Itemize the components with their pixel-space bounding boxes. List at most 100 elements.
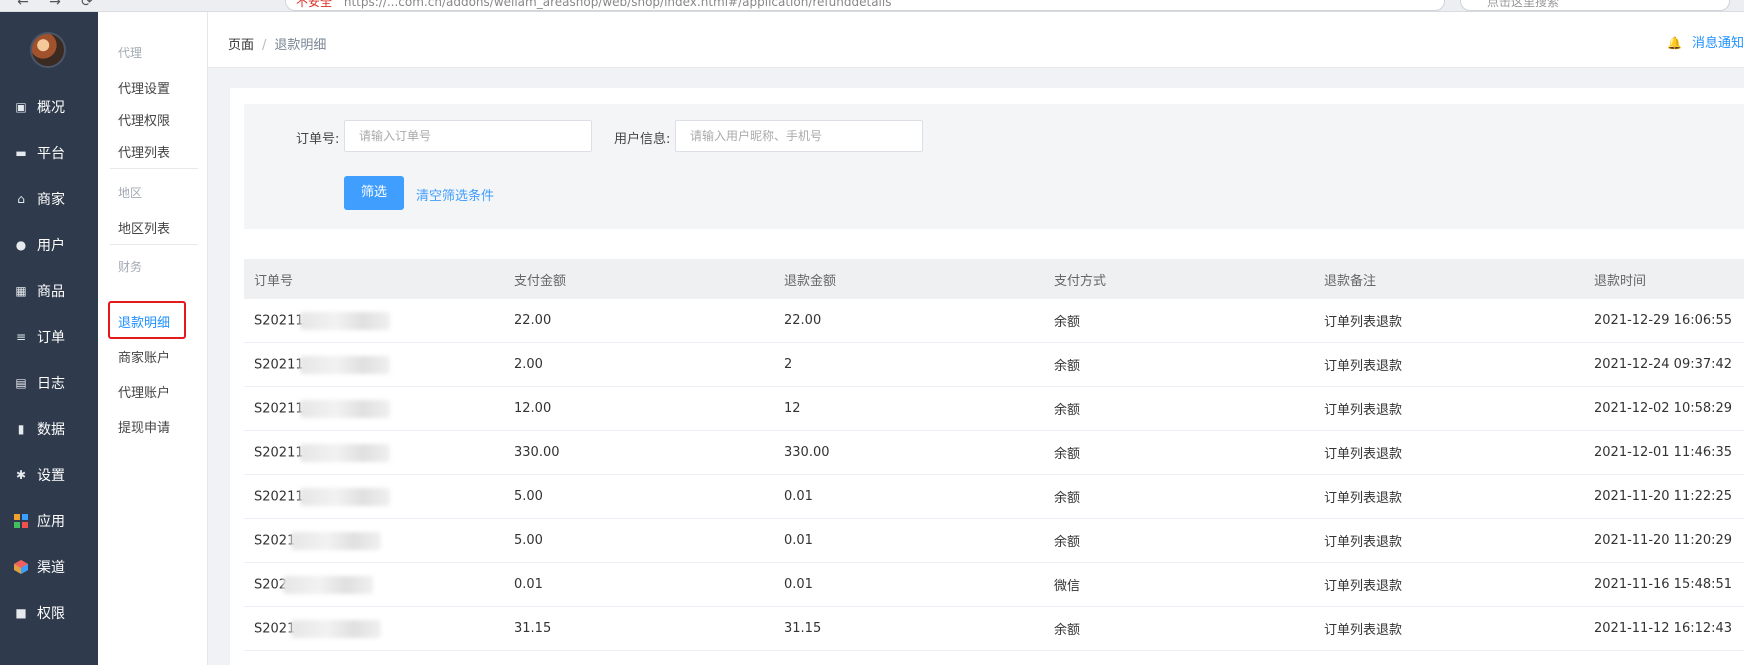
- redacted-mask: [299, 487, 390, 506]
- reload-icon[interactable]: ⟳: [78, 0, 96, 11]
- group-agent: 代理: [118, 46, 143, 60]
- refund-time: 2021-12-24 09:37:42: [1594, 357, 1733, 372]
- sidebar-item-goods[interactable]: ▦ 商品: [0, 268, 98, 314]
- subnav-region-list[interactable]: 地区列表: [118, 218, 170, 237]
- subnav-agent-account[interactable]: 代理账户: [118, 382, 170, 401]
- user-label: 用户信息:: [614, 132, 671, 147]
- order-number: S2021: [254, 621, 296, 636]
- sidebar-item-overview[interactable]: ▣ 概况: [0, 84, 98, 130]
- pay-method: 余额: [1054, 623, 1081, 638]
- address-bar[interactable]: 不安全 https://...com.cn/addons/weliam_area…: [285, 0, 1445, 11]
- log-icon: ▤: [15, 376, 27, 390]
- refund-remark: 订单列表退款: [1324, 535, 1403, 550]
- avatar-logo[interactable]: [30, 32, 66, 68]
- redacted-mask: [299, 355, 390, 374]
- refund-remark: 订单列表退款: [1324, 491, 1403, 506]
- user-icon: ●: [15, 238, 27, 252]
- sidebar-item-permission[interactable]: ■ 权限: [0, 590, 98, 636]
- col-refund: 退款金额: [784, 273, 837, 289]
- subnav-agent-list[interactable]: 代理列表: [118, 142, 170, 161]
- refund-remark: 订单列表退款: [1324, 623, 1403, 638]
- sidebar-item-log[interactable]: ▤ 日志: [0, 360, 98, 406]
- order-number: S20211: [254, 445, 304, 460]
- back-icon[interactable]: ←: [14, 0, 32, 11]
- chart-icon: ▮: [17, 422, 25, 436]
- order-number: S20211: [254, 489, 304, 504]
- refund-amount: 12: [784, 401, 801, 416]
- subnav-merchant-account[interactable]: 商家账户: [118, 347, 170, 366]
- browser-search[interactable]: 点击这里搜索: [1460, 0, 1730, 11]
- refund-remark: 订单列表退款: [1324, 579, 1403, 594]
- breadcrumb-home[interactable]: 页面: [228, 38, 254, 53]
- col-order: 订单号: [254, 273, 294, 289]
- channel-icon: [14, 560, 28, 574]
- refund-amount: 2: [784, 357, 793, 372]
- refund-time: 2021-12-02 10:58:29: [1594, 401, 1733, 416]
- table-row: S20211 330.00 330.00 余额 订单列表退款 2021-12-0…: [244, 431, 1744, 475]
- col-method: 支付方式: [1054, 273, 1107, 289]
- pay-amount: 5.00: [514, 533, 543, 548]
- group-region: 地区: [118, 186, 143, 200]
- order-number: S20211: [254, 313, 304, 328]
- lock-icon: ■: [15, 606, 27, 620]
- main-menu: ▣ 概况 ▬ 平台 ⌂ 商家 ● 用户 ▦ 商品 ≡ 订单 ▤ 日志 ▮ 数据 ✱ 设置 应用 渠…: [0, 84, 98, 636]
- table-row: S20211 22.00 22.00 余额 订单列表退款 2021-12-29 …: [244, 299, 1744, 343]
- redacted-mask: [291, 531, 382, 550]
- store-icon: ⌂: [17, 192, 25, 206]
- pay-method: 余额: [1054, 535, 1081, 550]
- redacted-mask: [299, 399, 390, 418]
- apps-icon: [14, 514, 28, 528]
- subnav-refund-details[interactable]: 退款明细: [118, 312, 170, 331]
- sidebar-item-user[interactable]: ● 用户: [0, 222, 98, 268]
- order-number: S20211: [254, 357, 304, 372]
- sidebar-item-data[interactable]: ▮ 数据: [0, 406, 98, 452]
- refund-amount: 0.01: [784, 489, 813, 504]
- col-pay: 支付金额: [514, 273, 567, 289]
- pay-amount: 22.00: [514, 313, 552, 328]
- order-number: S20211: [254, 401, 304, 416]
- forward-icon[interactable]: →: [46, 0, 64, 11]
- filter-button[interactable]: 筛选: [344, 176, 404, 210]
- sidebar-item-platform[interactable]: ▬ 平台: [0, 130, 98, 176]
- refund-remark: 订单列表退款: [1324, 315, 1403, 330]
- subnav-agent-settings[interactable]: 代理设置: [118, 78, 170, 97]
- sidebar-item-store[interactable]: ⌂ 商家: [0, 176, 98, 222]
- subnav-withdraw-apply[interactable]: 提现申请: [118, 417, 170, 436]
- refund-time: 2021-11-20 11:22:25: [1594, 489, 1733, 504]
- redacted-mask: [299, 311, 390, 330]
- pay-amount: 5.00: [514, 489, 543, 504]
- sidebar-item-apps[interactable]: 应用: [0, 498, 98, 544]
- clear-filter-link[interactable]: 清空筛选条件: [416, 185, 494, 204]
- filter-panel: 订单号: 请输入订单号 用户信息: 请输入用户昵称、手机号 筛选 清空筛选条件: [244, 104, 1744, 229]
- refund-time: 2021-11-16 15:48:51: [1594, 577, 1733, 592]
- order-input[interactable]: 请输入订单号: [344, 120, 592, 152]
- platform-icon: ▬: [15, 146, 27, 160]
- bell-icon: 🔔: [1667, 36, 1682, 50]
- sidebar-item-settings[interactable]: ✱ 设置: [0, 452, 98, 498]
- pay-amount: 31.15: [514, 621, 552, 636]
- notice-link[interactable]: 🔔 消息通知: [1667, 32, 1744, 51]
- breadcrumb: 页面 / 退款明细: [228, 34, 326, 53]
- table-row: S2021 5.00 0.01 余额 订单列表退款 2021-11-20 11:…: [244, 519, 1744, 563]
- pay-method: 余额: [1054, 359, 1081, 374]
- sidebar-item-channel[interactable]: 渠道: [0, 544, 98, 590]
- table-row: S20211 5.00 0.01 余额 订单列表退款 2021-11-20 11…: [244, 475, 1744, 519]
- pay-amount: 12.00: [514, 401, 552, 416]
- table-row: S202 0.01 0.01 微信 订单列表退款 2021-11-16 15:4…: [244, 563, 1744, 607]
- refund-amount: 330.00: [784, 445, 830, 460]
- breadcrumb-separator: /: [262, 38, 267, 53]
- pay-amount: 330.00: [514, 445, 560, 460]
- sub-sidebar: 代理 代理设置 代理权限 代理列表 地区 地区列表 财务 退款明细 商家账户 代…: [98, 12, 208, 665]
- pay-method: 余额: [1054, 315, 1081, 330]
- subnav-agent-permissions[interactable]: 代理权限: [118, 110, 170, 129]
- table-header: 订单号 支付金额 退款金额 支付方式 退款备注 退款时间: [244, 259, 1744, 299]
- user-input[interactable]: 请输入用户昵称、手机号: [675, 120, 923, 152]
- pay-method: 微信: [1054, 579, 1081, 594]
- sidebar-item-order[interactable]: ≡ 订单: [0, 314, 98, 360]
- group-finance: 财务: [118, 260, 143, 274]
- browser-toolbar: ← → ⟳ 不安全 https://...com.cn/addons/welia…: [0, 0, 1744, 12]
- refund-amount: 0.01: [784, 577, 813, 592]
- pay-amount: 0.01: [514, 577, 543, 592]
- refund-amount: 22.00: [784, 313, 822, 328]
- divider: [110, 244, 198, 245]
